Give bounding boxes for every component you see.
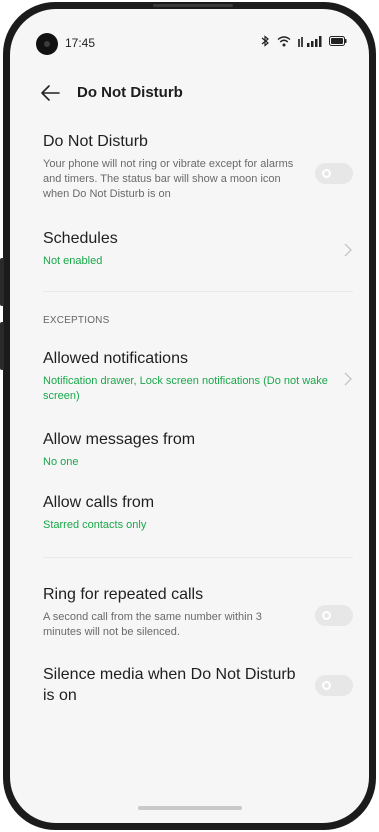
status-time: 17:45 bbox=[65, 36, 96, 50]
allow-messages-title: Allow messages from bbox=[43, 431, 196, 448]
screen: 17:45 Do Not Disturb Do Not Disturb Your… bbox=[10, 9, 369, 823]
exceptions-section-header: EXCEPTIONS bbox=[43, 315, 110, 326]
allow-messages-value: No one bbox=[43, 456, 79, 468]
front-camera bbox=[36, 33, 58, 55]
schedules-row[interactable]: Schedules Not enabled bbox=[43, 228, 353, 269]
frame-speaker bbox=[153, 4, 233, 7]
allow-calls-row[interactable]: Allow calls from Starred contacts only bbox=[43, 492, 353, 533]
schedules-status: Not enabled bbox=[43, 255, 103, 267]
allow-calls-value: Starred contacts only bbox=[43, 519, 147, 531]
silence-media-toggle[interactable] bbox=[315, 675, 353, 696]
chevron-right-icon bbox=[344, 372, 352, 386]
allow-calls-title: Allow calls from bbox=[43, 494, 155, 511]
power-button bbox=[0, 322, 4, 370]
repeated-calls-title: Ring for repeated calls bbox=[43, 586, 204, 603]
allow-messages-row[interactable]: Allow messages from No one bbox=[43, 429, 353, 470]
toggle-knob bbox=[322, 681, 331, 690]
status-icons bbox=[261, 35, 347, 47]
back-arrow-icon[interactable] bbox=[39, 83, 61, 103]
status-bar: 17:45 bbox=[10, 9, 369, 55]
schedules-title: Schedules bbox=[43, 230, 118, 247]
repeated-calls-toggle[interactable] bbox=[315, 605, 353, 626]
bluetooth-icon bbox=[261, 35, 269, 47]
allowed-notifications-row[interactable]: Allowed notifications Notification drawe… bbox=[43, 348, 353, 404]
signal-icon bbox=[298, 35, 322, 47]
dnd-description: Your phone will not ring or vibrate exce… bbox=[43, 158, 294, 200]
divider bbox=[43, 291, 353, 292]
repeated-calls-description: A second call from the same number withi… bbox=[43, 611, 262, 638]
toggle-knob bbox=[322, 611, 331, 620]
silence-media-row[interactable]: Silence media when Do Not Disturb is on bbox=[43, 664, 353, 706]
toggle-knob bbox=[322, 169, 331, 178]
wifi-icon bbox=[277, 36, 291, 47]
dnd-setting-row[interactable]: Do Not Disturb Your phone will not ring … bbox=[43, 131, 353, 202]
divider bbox=[43, 557, 353, 558]
repeated-calls-row[interactable]: Ring for repeated calls A second call fr… bbox=[43, 584, 353, 640]
chevron-right-icon bbox=[344, 243, 352, 257]
volume-button bbox=[0, 258, 4, 306]
allowed-notifications-title: Allowed notifications bbox=[43, 350, 188, 367]
allowed-notifications-summary: Notification drawer, Lock screen notific… bbox=[43, 375, 328, 402]
silence-media-title: Silence media when Do Not Disturb is on bbox=[43, 666, 296, 704]
app-header: Do Not Disturb bbox=[10, 73, 369, 113]
phone-frame: 17:45 Do Not Disturb Do Not Disturb Your… bbox=[3, 2, 376, 830]
home-indicator[interactable] bbox=[138, 806, 242, 810]
dnd-title: Do Not Disturb bbox=[43, 133, 148, 150]
page-title: Do Not Disturb bbox=[77, 84, 183, 101]
battery-icon bbox=[329, 36, 347, 46]
dnd-toggle[interactable] bbox=[315, 163, 353, 184]
